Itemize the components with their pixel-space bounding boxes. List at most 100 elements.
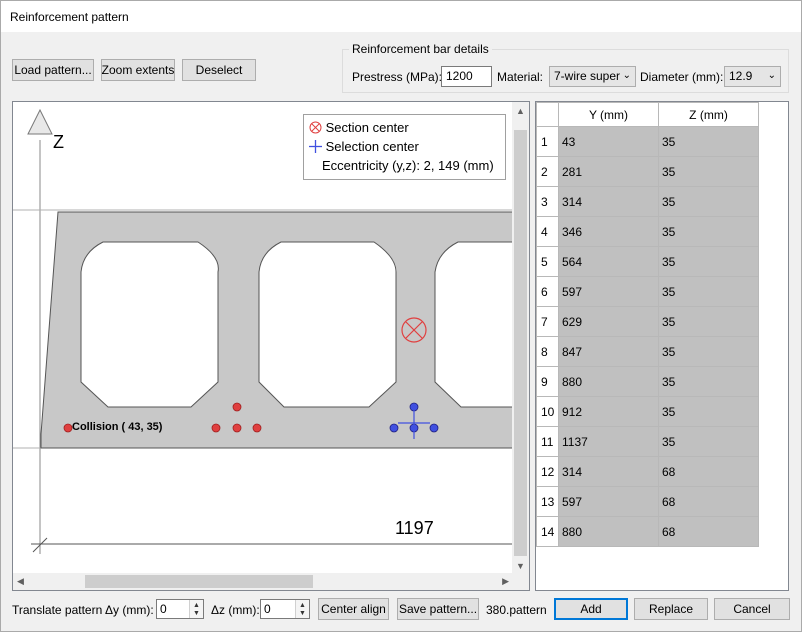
- row-header[interactable]: 9: [536, 366, 559, 397]
- table-row[interactable]: 3 314 35: [536, 186, 759, 217]
- table-row[interactable]: 7 629 35: [536, 306, 759, 337]
- cell-y[interactable]: 1137: [558, 426, 659, 457]
- cell-z[interactable]: 35: [658, 276, 759, 307]
- collision-label: Collision ( 43, 35): [72, 421, 163, 433]
- cancel-button[interactable]: Cancel: [714, 598, 790, 620]
- table-row[interactable]: 2 281 35: [536, 156, 759, 187]
- cell-y[interactable]: 629: [558, 306, 659, 337]
- row-header[interactable]: 4: [536, 216, 559, 247]
- table-row[interactable]: 12 314 68: [536, 456, 759, 487]
- table-row[interactable]: 10 912 35: [536, 396, 759, 427]
- row-header[interactable]: 14: [536, 516, 559, 547]
- translate-pattern-label: Translate pattern: [12, 603, 103, 617]
- horizontal-scroll-thumb[interactable]: [85, 575, 313, 588]
- bar-3[interactable]: [232, 423, 242, 433]
- table-row[interactable]: 11 1137 35: [536, 426, 759, 457]
- bar-1[interactable]: [63, 423, 73, 433]
- scroll-right-icon[interactable]: ▶: [502, 576, 509, 587]
- spin-down-icon[interactable]: ▼: [193, 610, 200, 617]
- table-row[interactable]: 1 43 35: [536, 126, 759, 157]
- dz-spin-buttons[interactable]: ▲ ▼: [295, 600, 309, 618]
- cell-z[interactable]: 35: [658, 246, 759, 277]
- dy-stepper[interactable]: 0 ▲ ▼: [156, 599, 204, 619]
- cell-y[interactable]: 314: [558, 456, 659, 487]
- row-header[interactable]: 2: [536, 156, 559, 187]
- vertical-scroll-thumb[interactable]: [514, 130, 527, 556]
- cell-z[interactable]: 35: [658, 426, 759, 457]
- spin-up-icon[interactable]: ▲: [193, 602, 200, 609]
- cell-z[interactable]: 35: [658, 156, 759, 187]
- row-header[interactable]: 12: [536, 456, 559, 487]
- row-header[interactable]: 10: [536, 396, 559, 427]
- row-header[interactable]: 6: [536, 276, 559, 307]
- coordinates-table: Y (mm) Z (mm) 1 43 35 2 281 35 3 314 35 4 346 35 5 56…: [536, 102, 759, 547]
- bar-2[interactable]: [211, 423, 221, 433]
- section-canvas[interactable]: Z Collision ( 43, 35) 1197 Section cente…: [12, 101, 530, 591]
- replace-button[interactable]: Replace: [634, 598, 708, 620]
- row-header[interactable]: 8: [536, 336, 559, 367]
- table-row[interactable]: 5 564 35: [536, 246, 759, 277]
- cell-y[interactable]: 847: [558, 336, 659, 367]
- material-value: 7-wire super: [554, 69, 621, 83]
- row-header[interactable]: 11: [536, 426, 559, 457]
- column-header-z[interactable]: Z (mm): [658, 102, 759, 127]
- cell-y[interactable]: 281: [558, 156, 659, 187]
- center-align-button[interactable]: Center align: [318, 598, 389, 620]
- scroll-up-icon[interactable]: ▲: [516, 106, 525, 116]
- bar-7[interactable]: [429, 423, 439, 433]
- row-header[interactable]: 1: [536, 126, 559, 157]
- cell-y[interactable]: 314: [558, 186, 659, 217]
- row-header[interactable]: 3: [536, 186, 559, 217]
- row-header[interactable]: 5: [536, 246, 559, 277]
- cell-y[interactable]: 43: [558, 126, 659, 157]
- bar-coordinates-grid[interactable]: Y (mm) Z (mm) 1 43 35 2 281 35 3 314 35 4 346 35 5 56…: [535, 101, 789, 591]
- cell-z[interactable]: 68: [658, 516, 759, 547]
- save-pattern-button[interactable]: Save pattern...: [397, 598, 479, 620]
- row-header[interactable]: 7: [536, 306, 559, 337]
- cell-z[interactable]: 35: [658, 216, 759, 247]
- table-row[interactable]: 4 346 35: [536, 216, 759, 247]
- spin-up-icon[interactable]: ▲: [299, 602, 306, 609]
- bar-12[interactable]: [232, 402, 242, 412]
- zoom-extents-button[interactable]: Zoom extents: [101, 59, 175, 81]
- table-row[interactable]: 6 597 35: [536, 276, 759, 307]
- row-header[interactable]: 13: [536, 486, 559, 517]
- cell-y[interactable]: 597: [558, 276, 659, 307]
- scroll-left-icon[interactable]: ◀: [17, 576, 24, 587]
- dz-label: Δz (mm):: [211, 603, 260, 617]
- table-row[interactable]: 8 847 35: [536, 336, 759, 367]
- scroll-down-icon[interactable]: ▼: [516, 561, 525, 571]
- dy-spin-buttons[interactable]: ▲ ▼: [189, 600, 203, 618]
- horizontal-scrollbar[interactable]: ◀ ▶: [13, 573, 529, 590]
- bar-4[interactable]: [252, 423, 262, 433]
- spin-down-icon[interactable]: ▼: [299, 610, 306, 617]
- material-select[interactable]: 7-wire super ⌄: [549, 66, 636, 87]
- prestress-input[interactable]: 1200: [441, 66, 492, 87]
- dz-stepper[interactable]: 0 ▲ ▼: [260, 599, 310, 619]
- deselect-button[interactable]: Deselect: [182, 59, 256, 81]
- cell-z[interactable]: 68: [658, 456, 759, 487]
- cell-y[interactable]: 564: [558, 246, 659, 277]
- cell-y[interactable]: 346: [558, 216, 659, 247]
- vertical-scrollbar[interactable]: ▲ ▼: [512, 102, 529, 575]
- diameter-select[interactable]: 12.9 ⌄: [724, 66, 781, 87]
- table-row[interactable]: 13 597 68: [536, 486, 759, 517]
- cell-y[interactable]: 880: [558, 516, 659, 547]
- cell-y[interactable]: 597: [558, 486, 659, 517]
- table-row[interactable]: 9 880 35: [536, 366, 759, 397]
- cell-z[interactable]: 35: [658, 366, 759, 397]
- cell-z[interactable]: 35: [658, 126, 759, 157]
- cell-z[interactable]: 35: [658, 186, 759, 217]
- column-header-y[interactable]: Y (mm): [558, 102, 659, 127]
- cell-y[interactable]: 912: [558, 396, 659, 427]
- add-button[interactable]: Add: [554, 598, 628, 620]
- table-row[interactable]: 14 880 68: [536, 516, 759, 547]
- cell-z[interactable]: 68: [658, 486, 759, 517]
- load-pattern-button[interactable]: Load pattern...: [12, 59, 94, 81]
- cell-z[interactable]: 35: [658, 336, 759, 367]
- material-label: Material:: [497, 70, 544, 84]
- bar-5[interactable]: [389, 423, 399, 433]
- cell-y[interactable]: 880: [558, 366, 659, 397]
- cell-z[interactable]: 35: [658, 396, 759, 427]
- cell-z[interactable]: 35: [658, 306, 759, 337]
